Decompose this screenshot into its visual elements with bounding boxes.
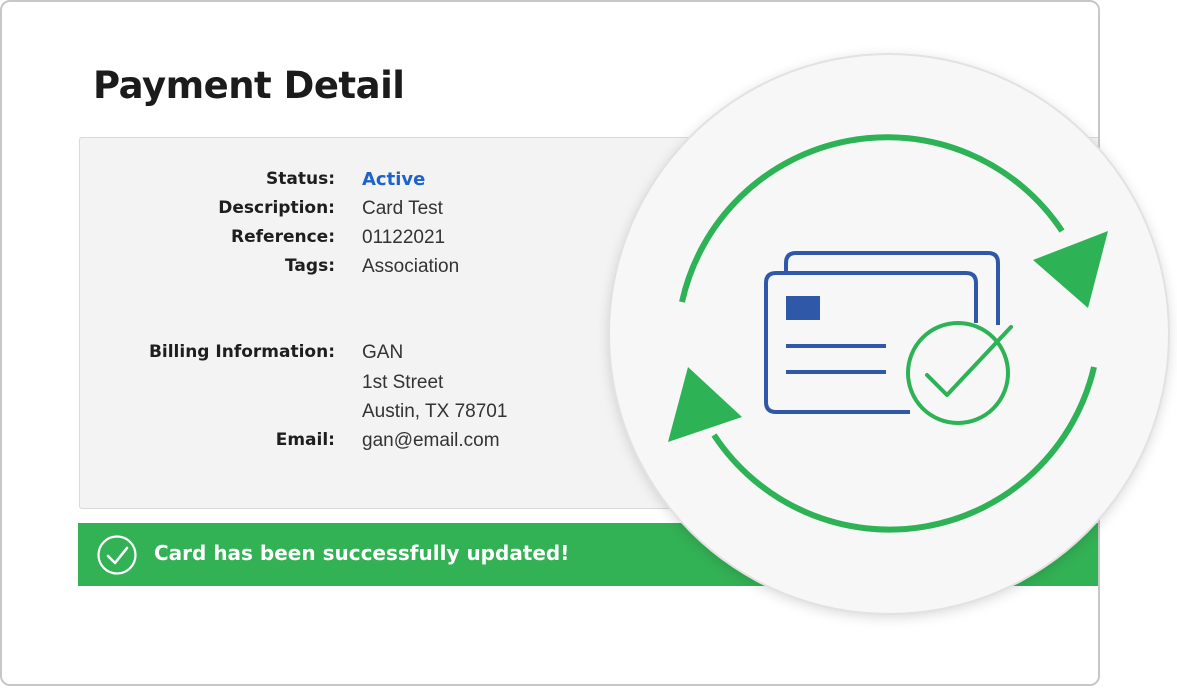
- tags-row: Tags: Association: [80, 256, 580, 282]
- status-value: Active: [362, 169, 426, 190]
- billing-row: Billing Information: GAN: [80, 342, 580, 368]
- email-row: Email: gan@email.com: [80, 430, 580, 456]
- description-value: Card Test: [362, 198, 443, 219]
- success-message: Card has been successfully updated!: [154, 541, 570, 565]
- billing-city-row: Austin, TX 78701: [80, 401, 580, 427]
- description-label: Description:: [218, 198, 335, 218]
- billing-street-row: 1st Street: [80, 372, 580, 398]
- card-refresh-success-icon: [668, 134, 1108, 533]
- card-update-badge: [610, 55, 1168, 613]
- check-circle-icon: [97, 535, 137, 575]
- reference-label: Reference:: [231, 227, 335, 247]
- page-title: Payment Detail: [93, 64, 405, 107]
- billing-name: GAN: [362, 342, 404, 363]
- email-label: Email:: [275, 430, 335, 450]
- screenshot-stage: Payment Detail Status: Active Descriptio…: [0, 0, 1177, 690]
- reference-row: Reference: 01122021: [80, 227, 580, 253]
- billing-street: 1st Street: [362, 372, 444, 393]
- billing-information-label: Billing Information:: [148, 342, 335, 362]
- reference-value: 01122021: [362, 227, 446, 248]
- tags-value: Association: [362, 256, 460, 277]
- description-row: Description: Card Test: [80, 198, 580, 224]
- tags-label: Tags:: [285, 256, 335, 276]
- email-value: gan@email.com: [362, 430, 500, 451]
- status-row: Status: Active: [80, 169, 580, 195]
- status-label: Status:: [266, 169, 335, 189]
- billing-city: Austin, TX 78701: [362, 401, 508, 422]
